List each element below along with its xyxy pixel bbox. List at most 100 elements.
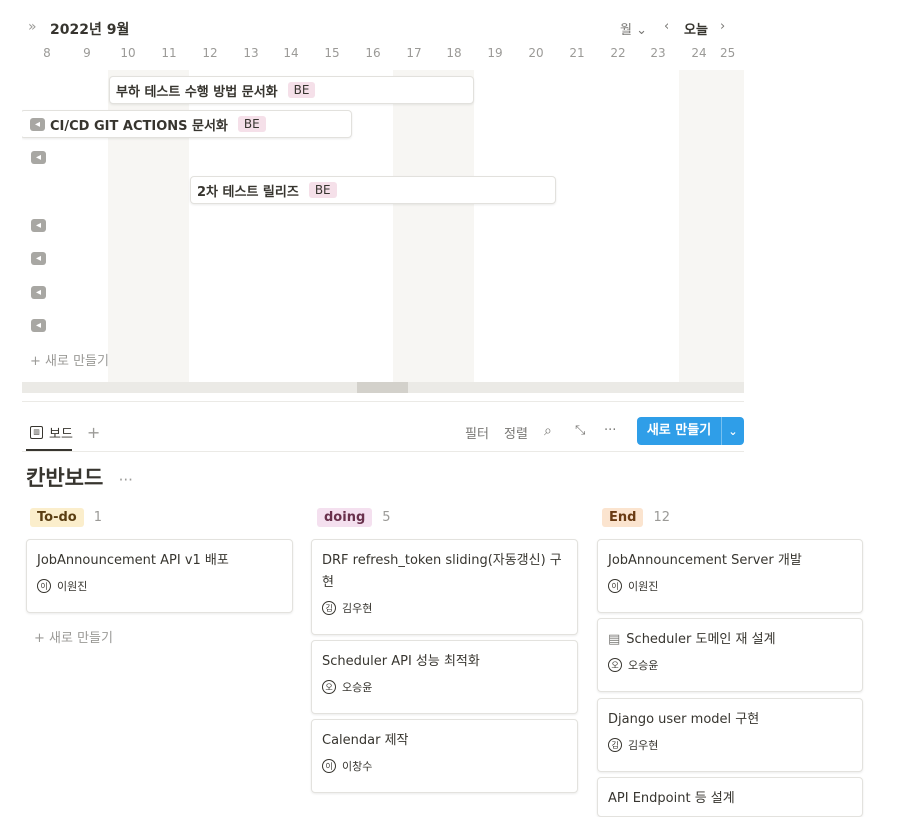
timeline-bar[interactable]: 2차 테스트 릴리즈 BE [190, 176, 556, 204]
bar-title: 2차 테스트 릴리즈 [197, 184, 299, 200]
card-title: DRF refresh_token sliding(자동갱신) 구현 [322, 553, 562, 590]
day-label: 21 [569, 46, 585, 60]
board-view-icon: ▥ [30, 426, 43, 439]
tag-badge: BE [308, 182, 337, 198]
view-select-label: 월 [620, 23, 632, 38]
day-label: 22 [610, 46, 626, 60]
chevron-down-icon: ⌄ [636, 23, 648, 38]
card-title: ▤ Scheduler 도메인 재 설계 [608, 629, 852, 651]
horizontal-scrollbar[interactable] [22, 382, 744, 393]
bar-title: CI/CD GIT ACTIONS 문서화 [50, 118, 228, 134]
day-label: 24 [691, 46, 707, 60]
page-title: 칸반보드 ··· [26, 462, 133, 492]
collapse-sidebar-icon[interactable]: » [28, 19, 37, 35]
card-title: JobAnnouncement API v1 배포 [37, 553, 229, 568]
new-button-label: 새로 만들기 [637, 417, 722, 445]
column-header-doing: doing 5 [317, 508, 391, 527]
arrow-left-icon[interactable]: ◂ [31, 219, 46, 232]
assignee-name: 김우현 [628, 739, 659, 752]
timeline-grid[interactable]: 부하 테스트 수행 방법 문서화 BE ◂ CI/CD GIT ACTIONS … [22, 70, 744, 382]
status-badge: End [602, 508, 644, 527]
avatar: 오 [322, 680, 336, 694]
arrow-left-icon[interactable]: ◂ [31, 151, 46, 164]
card-title: API Endpoint 등 설계 [608, 791, 735, 806]
assignee-name: 오승윤 [628, 659, 659, 672]
today-button[interactable]: 오늘 [684, 19, 708, 38]
board-card[interactable]: JobAnnouncement Server 개발 이 이원진 [597, 539, 863, 613]
tab-board[interactable]: ▥ 보드 + [30, 423, 100, 442]
status-badge: doing [317, 508, 373, 527]
expand-icon[interactable]: ⤡ [575, 423, 585, 438]
column-new-button[interactable]: + 새로 만들기 [34, 627, 113, 646]
more-icon[interactable]: ··· [119, 471, 133, 489]
bar-title: 부하 테스트 수행 방법 문서화 [116, 84, 278, 100]
avatar: 김 [322, 601, 336, 615]
more-icon[interactable]: ··· [604, 423, 616, 438]
status-badge: To-do [30, 508, 84, 527]
arrow-left-icon[interactable]: ◂ [31, 252, 46, 265]
timeline-new-button[interactable]: + 새로 만들기 [30, 350, 109, 369]
board-card[interactable]: Scheduler API 성능 최적화 오 오승윤 [311, 640, 578, 714]
plus-icon: + [30, 354, 41, 369]
card-assignee: 김 김우현 [608, 737, 852, 753]
day-label: 13 [243, 46, 259, 60]
tag-badge: BE [287, 82, 316, 98]
weekend-shade [393, 70, 474, 382]
tag-badge: BE [237, 116, 266, 132]
avatar: 이 [322, 759, 336, 773]
assignee-name: 김우현 [342, 602, 373, 615]
board-title-text: 칸반보드 [26, 466, 104, 490]
view-select[interactable]: 월 ⌄ [620, 19, 647, 38]
card-assignee: 오 오승윤 [322, 679, 567, 695]
timeline-bar[interactable]: ◂ CI/CD GIT ACTIONS 문서화 BE [22, 110, 352, 138]
day-label: 15 [324, 46, 340, 60]
chevron-down-icon[interactable]: ⌄ [722, 425, 744, 438]
prev-month-icon[interactable]: ‹ [664, 19, 669, 34]
sort-button[interactable]: 정렬 [504, 423, 528, 442]
day-label: 23 [650, 46, 666, 60]
day-label: 16 [365, 46, 381, 60]
column-count: 12 [653, 510, 670, 525]
column-count: 1 [93, 510, 102, 525]
card-assignee: 이 이원진 [608, 578, 852, 594]
assignee-name: 이원진 [57, 580, 88, 593]
divider [22, 451, 744, 452]
board-card[interactable]: JobAnnouncement API v1 배포 이 이원진 [26, 539, 293, 613]
day-label: 17 [406, 46, 422, 60]
day-label: 20 [528, 46, 544, 60]
timeline-month: 2022년 9월 [50, 22, 130, 38]
card-assignee: 이 이원진 [37, 578, 282, 594]
search-icon[interactable]: ⌕ [544, 423, 552, 439]
avatar: 이 [37, 579, 51, 593]
add-view-icon[interactable]: + [87, 423, 100, 442]
assignee-name: 이원진 [628, 580, 659, 593]
assignee-name: 오승윤 [342, 681, 373, 694]
assignee-name: 이창수 [342, 760, 373, 773]
board-card[interactable]: API Endpoint 등 설계 [597, 777, 863, 817]
filter-button[interactable]: 필터 [465, 423, 489, 442]
day-label: 11 [161, 46, 177, 60]
day-label: 18 [446, 46, 462, 60]
card-title-text: Scheduler 도메인 재 설계 [626, 632, 776, 647]
next-month-icon[interactable]: › [720, 19, 725, 34]
new-button[interactable]: 새로 만들기 ⌄ [637, 417, 744, 445]
board-card[interactable]: Django user model 구현 김 김우현 [597, 698, 863, 772]
column-new-label: 새로 만들기 [49, 631, 113, 646]
arrow-left-icon[interactable]: ◂ [30, 117, 45, 131]
weekend-shade [679, 70, 744, 382]
day-label: 12 [202, 46, 218, 60]
arrow-left-icon[interactable]: ◂ [31, 319, 46, 332]
board-card[interactable]: Calendar 제작 이 이창수 [311, 719, 578, 793]
scrollbar-thumb[interactable] [357, 382, 408, 393]
card-title: JobAnnouncement Server 개발 [608, 553, 802, 568]
tab-board-label: 보드 [49, 427, 73, 442]
board-card[interactable]: ▤ Scheduler 도메인 재 설계 오 오승윤 [597, 618, 863, 692]
avatar: 김 [608, 738, 622, 752]
arrow-left-icon[interactable]: ◂ [31, 286, 46, 299]
day-label: 9 [83, 46, 91, 60]
board-card[interactable]: DRF refresh_token sliding(자동갱신) 구현 김 김우현 [311, 539, 578, 635]
day-label: 8 [43, 46, 51, 60]
plus-icon: + [34, 631, 45, 646]
timeline-bar[interactable]: 부하 테스트 수행 방법 문서화 BE [109, 76, 474, 104]
card-title: Calendar 제작 [322, 733, 409, 748]
